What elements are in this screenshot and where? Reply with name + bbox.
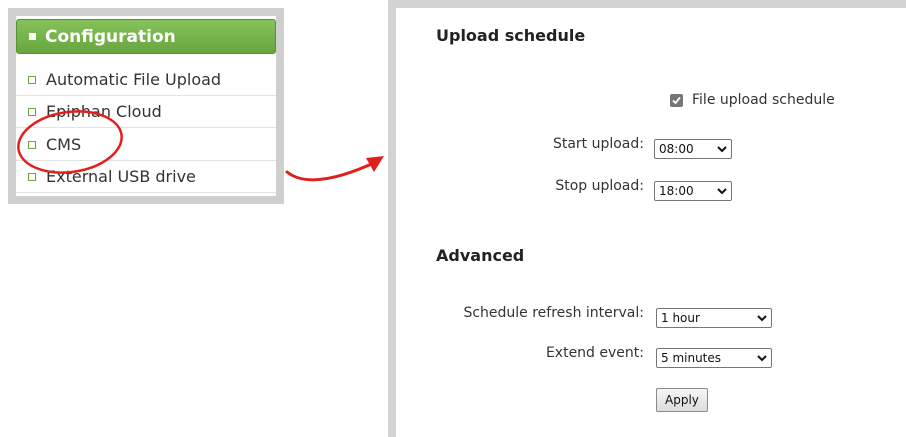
checkmark-icon — [672, 96, 681, 105]
file-upload-schedule-checkbox[interactable] — [670, 94, 683, 107]
chevron-down-icon — [717, 146, 727, 153]
stop-upload-label: Stop upload: — [555, 178, 644, 194]
schedule-refresh-interval-value: 1 hour — [661, 311, 700, 325]
advanced-title: Advanced — [436, 246, 525, 265]
curved-arrow-icon — [285, 159, 380, 182]
settings-panel: Upload schedule File upload schedule Sta… — [396, 8, 906, 437]
stop-upload-select[interactable]: 18:00 — [654, 181, 732, 201]
stop-upload-value: 18:00 — [659, 184, 694, 198]
chevron-down-icon — [757, 355, 767, 362]
schedule-refresh-interval-select[interactable]: 1 hour — [656, 308, 772, 328]
chevron-down-icon — [717, 188, 727, 195]
file-upload-schedule-label: File upload schedule — [692, 92, 835, 108]
apply-button[interactable]: Apply — [656, 388, 708, 412]
settings-panel-frame: Upload schedule File upload schedule Sta… — [388, 0, 906, 437]
extend-event-label: Extend event: — [545, 345, 644, 361]
start-upload-select[interactable]: 08:00 — [654, 139, 732, 159]
start-upload-value: 08:00 — [659, 142, 694, 156]
schedule-refresh-interval-label: Schedule refresh interval: — [463, 305, 644, 321]
extend-event-value: 5 minutes — [661, 351, 722, 365]
extend-event-select[interactable]: 5 minutes — [656, 348, 772, 368]
start-upload-label: Start upload: — [552, 136, 644, 152]
upload-schedule-title: Upload schedule — [436, 26, 586, 45]
chevron-down-icon — [757, 315, 767, 322]
